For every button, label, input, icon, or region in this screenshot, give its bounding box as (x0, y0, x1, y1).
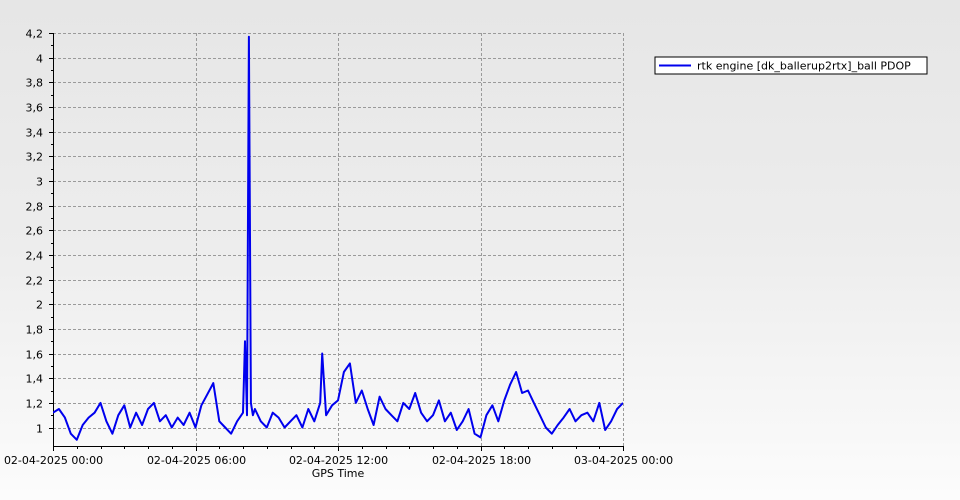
y-tick-label: 2,6 (26, 225, 44, 238)
legend-series-label: rtk engine [dk_ballerup2rtx]_ball PDOP (697, 60, 911, 73)
y-tick-label: 4 (36, 53, 43, 66)
y-tick-label: 2,8 (26, 201, 44, 214)
y-tick-label: 1,8 (26, 324, 44, 337)
y-tick-label: 1,2 (26, 398, 44, 411)
y-tick-label: 1 (36, 423, 43, 436)
y-tick-label: 3 (36, 176, 43, 189)
y-tick-label: 3,8 (26, 77, 44, 90)
x-tick-label: 02-04-2025 00:00 (4, 454, 103, 467)
y-tick-label: 2,2 (26, 275, 44, 288)
y-tick-label: 2,4 (26, 250, 44, 263)
x-tick-label: 03-04-2025 00:00 (574, 454, 673, 467)
y-tick-label: 1,4 (26, 373, 44, 386)
legend: rtk engine [dk_ballerup2rtx]_ball PDOP (654, 56, 928, 75)
grid (53, 33, 624, 446)
line-chart: 1 1,2 1,4 1,6 1,8 2 2,2 2,4 2,6 2,8 3 3,2 3,4 3,6 3,8 4… (4, 28, 928, 480)
y-tick-label: 3,2 (26, 151, 44, 164)
y-tick-label: 4,2 (26, 28, 44, 41)
chart-container: 1 1,2 1,4 1,6 1,8 2 2,2 2,4 2,6 2,8 3 3,2 3,4 3,6 3,8 4… (0, 0, 960, 500)
y-tick-label: 2 (36, 299, 43, 312)
x-axis-title: GPS Time (312, 467, 365, 480)
x-tick-label: 02-04-2025 18:00 (432, 454, 531, 467)
y-tick-label: 3,4 (26, 127, 44, 140)
y-tick-label: 3,6 (26, 102, 44, 115)
x-tick-label: 02-04-2025 12:00 (289, 454, 388, 467)
y-tick-label: 1,6 (26, 349, 44, 362)
x-tick-label: 02-04-2025 06:00 (147, 454, 246, 467)
